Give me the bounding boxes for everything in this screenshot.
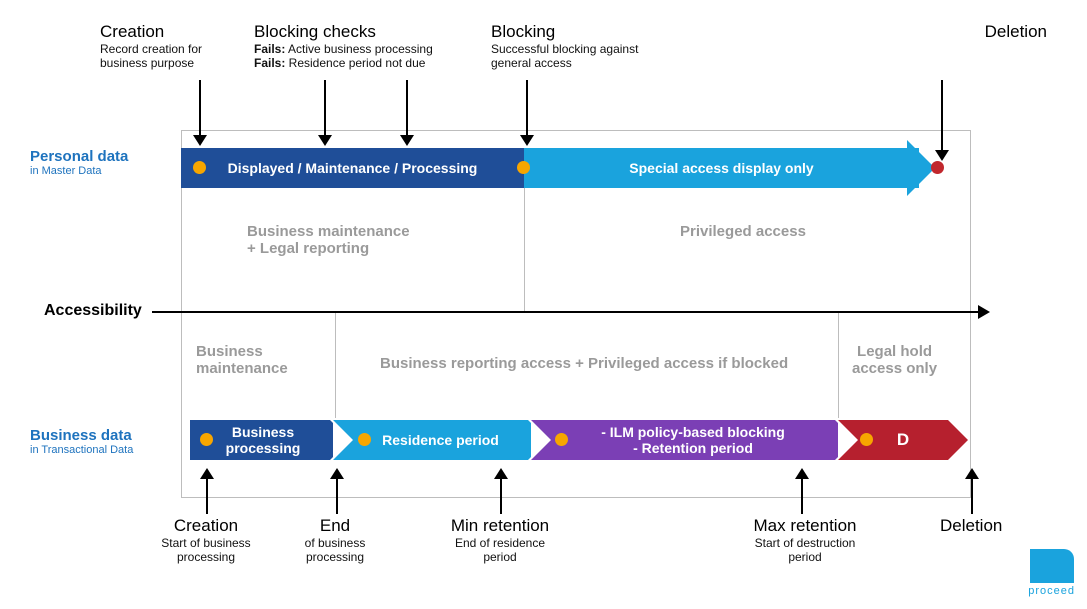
arrow-down-icon — [318, 80, 332, 146]
label-blockingchecks-sub2: Fails: Residence period not due — [254, 56, 494, 70]
label-personal-data-sub: in Master Data — [30, 165, 128, 177]
dot-icon — [358, 433, 371, 446]
label-blocking-sub1: Successful blocking against — [491, 42, 711, 56]
business-seg3-label: - ILM policy-based blocking- Retention p… — [551, 420, 835, 460]
label-bottom-creation: Creation — [136, 516, 276, 536]
label-blocking-title: Blocking — [491, 22, 711, 42]
arrow-up-icon — [965, 468, 979, 514]
accessibility-axis — [152, 311, 980, 313]
proceed-logo: proceed — [1028, 549, 1075, 597]
arrow-up-icon — [795, 468, 809, 514]
label-personal-data: Personal data — [30, 148, 128, 165]
personal-bar-seg1-label: Displayed / Maintenance / Processing — [228, 160, 478, 176]
arrow-down-icon — [400, 80, 414, 146]
proceed-logo-text: proceed — [1028, 585, 1075, 597]
arrow-up-icon — [494, 468, 508, 514]
dot-icon — [193, 161, 206, 174]
business-seg2-label: Residence period — [353, 420, 528, 460]
label-bottom-end-sub1: of business — [290, 536, 380, 550]
label-bottom-deletion: Deletion — [940, 516, 1002, 536]
label-business-data-sub: in Transactional Data — [30, 444, 133, 456]
label-accessibility: Accessibility — [44, 302, 142, 320]
personal-bar-seg1: Displayed / Maintenance / Processing — [181, 148, 524, 188]
dot-icon — [200, 433, 213, 446]
arrow-up-icon — [200, 468, 214, 514]
separator-line — [335, 313, 336, 418]
label-lower-mid: Business reporting access + Privileged a… — [380, 355, 788, 372]
personal-bar-seg2: Special access display only — [524, 148, 919, 188]
dot-icon — [517, 161, 530, 174]
label-deletion-top: Deletion — [985, 22, 1047, 42]
label-bottom-end-sub2: processing — [290, 550, 380, 564]
label-bottom-min-sub2: period — [425, 550, 575, 564]
label-blockingchecks-title: Blocking checks — [254, 22, 494, 42]
business-seg3: - ILM policy-based blocking- Retention p… — [531, 420, 855, 460]
label-blockingchecks-sub1: Fails: Fails: Active business processing… — [254, 42, 494, 56]
accessibility-axis-arrowhead — [978, 305, 990, 319]
label-lower-left: Businessmaintenance — [196, 343, 288, 377]
business-seg4: D — [838, 420, 968, 460]
arrow-down-icon — [935, 80, 949, 161]
label-privileged-access: Privileged access — [680, 223, 806, 240]
label-bottom-min: Min retention — [425, 516, 575, 536]
label-bottom-max-sub2: period — [730, 550, 880, 564]
label-bottom-end: End — [290, 516, 380, 536]
arrow-up-icon — [330, 468, 344, 514]
separator-line — [838, 313, 839, 418]
label-bottom-creation-sub2: processing — [136, 550, 276, 564]
business-seg1-label: Businessprocessing — [196, 420, 330, 460]
label-bottom-max-sub1: Start of destruction — [730, 536, 880, 550]
business-seg1: Businessprocessing — [190, 420, 350, 460]
label-business-maintenance: Business maintenance+ Legal reporting — [247, 223, 410, 257]
label-bottom-min-sub1: End of residence — [425, 536, 575, 550]
dot-icon — [555, 433, 568, 446]
label-business-data: Business data — [30, 427, 133, 444]
arrow-down-icon — [193, 80, 207, 146]
label-lower-right: Legal holdaccess only — [852, 343, 937, 377]
arrow-down-icon — [520, 80, 534, 146]
label-bottom-creation-sub1: Start of business — [136, 536, 276, 550]
label-blocking-sub2: general access — [491, 56, 711, 70]
dot-icon-red — [931, 161, 944, 174]
personal-bar-seg2-label: Special access display only — [629, 160, 813, 176]
separator-line — [524, 188, 525, 312]
label-bottom-max: Max retention — [730, 516, 880, 536]
dot-icon — [860, 433, 873, 446]
